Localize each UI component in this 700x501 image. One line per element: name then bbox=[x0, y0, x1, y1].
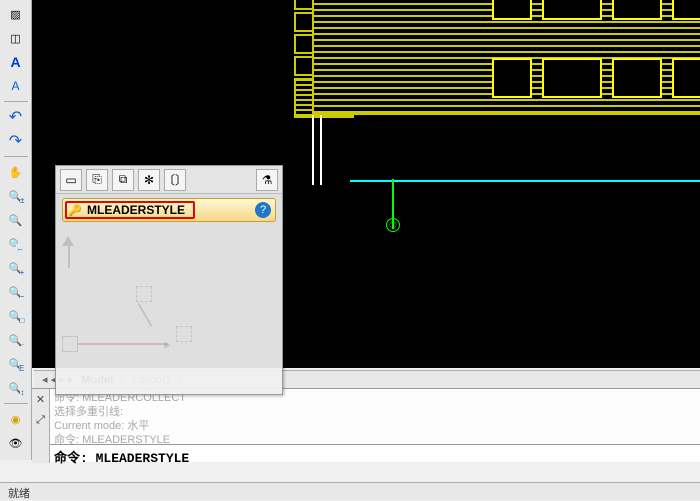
redo-icon[interactable]: ↷ bbox=[4, 130, 28, 152]
visual-style-icon[interactable]: ◉ bbox=[4, 408, 28, 430]
vertical-line bbox=[320, 115, 322, 185]
zoom-all-icon[interactable]: 🔍□ bbox=[4, 305, 28, 327]
zoom-window-icon[interactable]: 🔍 bbox=[4, 209, 28, 231]
key-icon: 🔑 bbox=[67, 202, 83, 218]
ghost-handle bbox=[62, 336, 78, 352]
text-bold-icon[interactable]: A bbox=[4, 51, 28, 73]
axis-marker: ⑦ bbox=[386, 218, 400, 232]
bracket-icon[interactable]: 〔〕 bbox=[164, 169, 186, 191]
command-search-row: 🔑 ? bbox=[62, 198, 276, 222]
drawing-building bbox=[312, 0, 700, 115]
status-bar: 就绪 bbox=[0, 482, 700, 500]
popup-preview: ▸ bbox=[56, 226, 282, 392]
dynamic-input-popup: ▭⎘⧉✻〔〕 ⚗ 🔑 ? ▸ bbox=[55, 165, 283, 395]
close-icon[interactable]: ✕ bbox=[36, 393, 45, 406]
flask-icon[interactable]: ⚗ bbox=[256, 169, 278, 191]
gradient-icon[interactable]: ◫ bbox=[4, 27, 28, 49]
command-window: ✕ ⤢ 命令: MLEADERCOLLECT 选择多重引线: Current m… bbox=[32, 388, 700, 462]
mode1-icon[interactable]: ▭ bbox=[60, 169, 82, 191]
ucs-x-axis-icon bbox=[78, 343, 168, 345]
left-toolbar: ▨◫AA↶↷✋🔍±🔍🔍←🔍+🔍−🔍□🔍·🔍E🔍↕◉👁 bbox=[0, 0, 32, 460]
help-icon[interactable]: ? bbox=[255, 202, 271, 218]
popup-toolbar: ▭⎘⧉✻〔〕 ⚗ bbox=[56, 166, 282, 194]
gear-icon[interactable]: ✻ bbox=[138, 169, 160, 191]
eye-icon[interactable]: 👁 bbox=[4, 432, 28, 454]
command-search-input[interactable] bbox=[87, 203, 255, 217]
ground-line bbox=[350, 180, 700, 182]
mode3-icon[interactable]: ⧉ bbox=[112, 169, 134, 191]
zoom-center-icon[interactable]: 🔍· bbox=[4, 329, 28, 351]
zoom-in-icon[interactable]: 🔍+ bbox=[4, 257, 28, 279]
hatch-icon[interactable]: ▨ bbox=[4, 3, 28, 25]
status-text: 就绪 bbox=[8, 488, 30, 500]
ucs-y-axis-icon bbox=[66, 236, 74, 268]
command-input[interactable]: 命令: MLEADERSTYLE bbox=[50, 444, 700, 462]
zoom-out-icon[interactable]: 🔍− bbox=[4, 281, 28, 303]
command-history: 命令: MLEADERCOLLECT 选择多重引线: Current mode:… bbox=[50, 389, 700, 449]
grip-icon[interactable]: ⤢ bbox=[36, 414, 45, 427]
text-icon[interactable]: A bbox=[4, 75, 28, 97]
zoom-realtime-icon[interactable]: 🔍± bbox=[4, 185, 28, 207]
zoom-previous-icon[interactable]: 🔍← bbox=[4, 233, 28, 255]
undo-icon[interactable]: ↶ bbox=[4, 106, 28, 128]
zoom-extents-icon[interactable]: 🔍E bbox=[4, 353, 28, 375]
vertical-line bbox=[312, 115, 314, 185]
mode2-icon[interactable]: ⎘ bbox=[86, 169, 108, 191]
zoom-scale-icon[interactable]: 🔍↕ bbox=[4, 377, 28, 399]
ghost-handle bbox=[176, 326, 192, 342]
ghost-handle bbox=[136, 286, 152, 302]
pan-icon[interactable]: ✋ bbox=[4, 161, 28, 183]
